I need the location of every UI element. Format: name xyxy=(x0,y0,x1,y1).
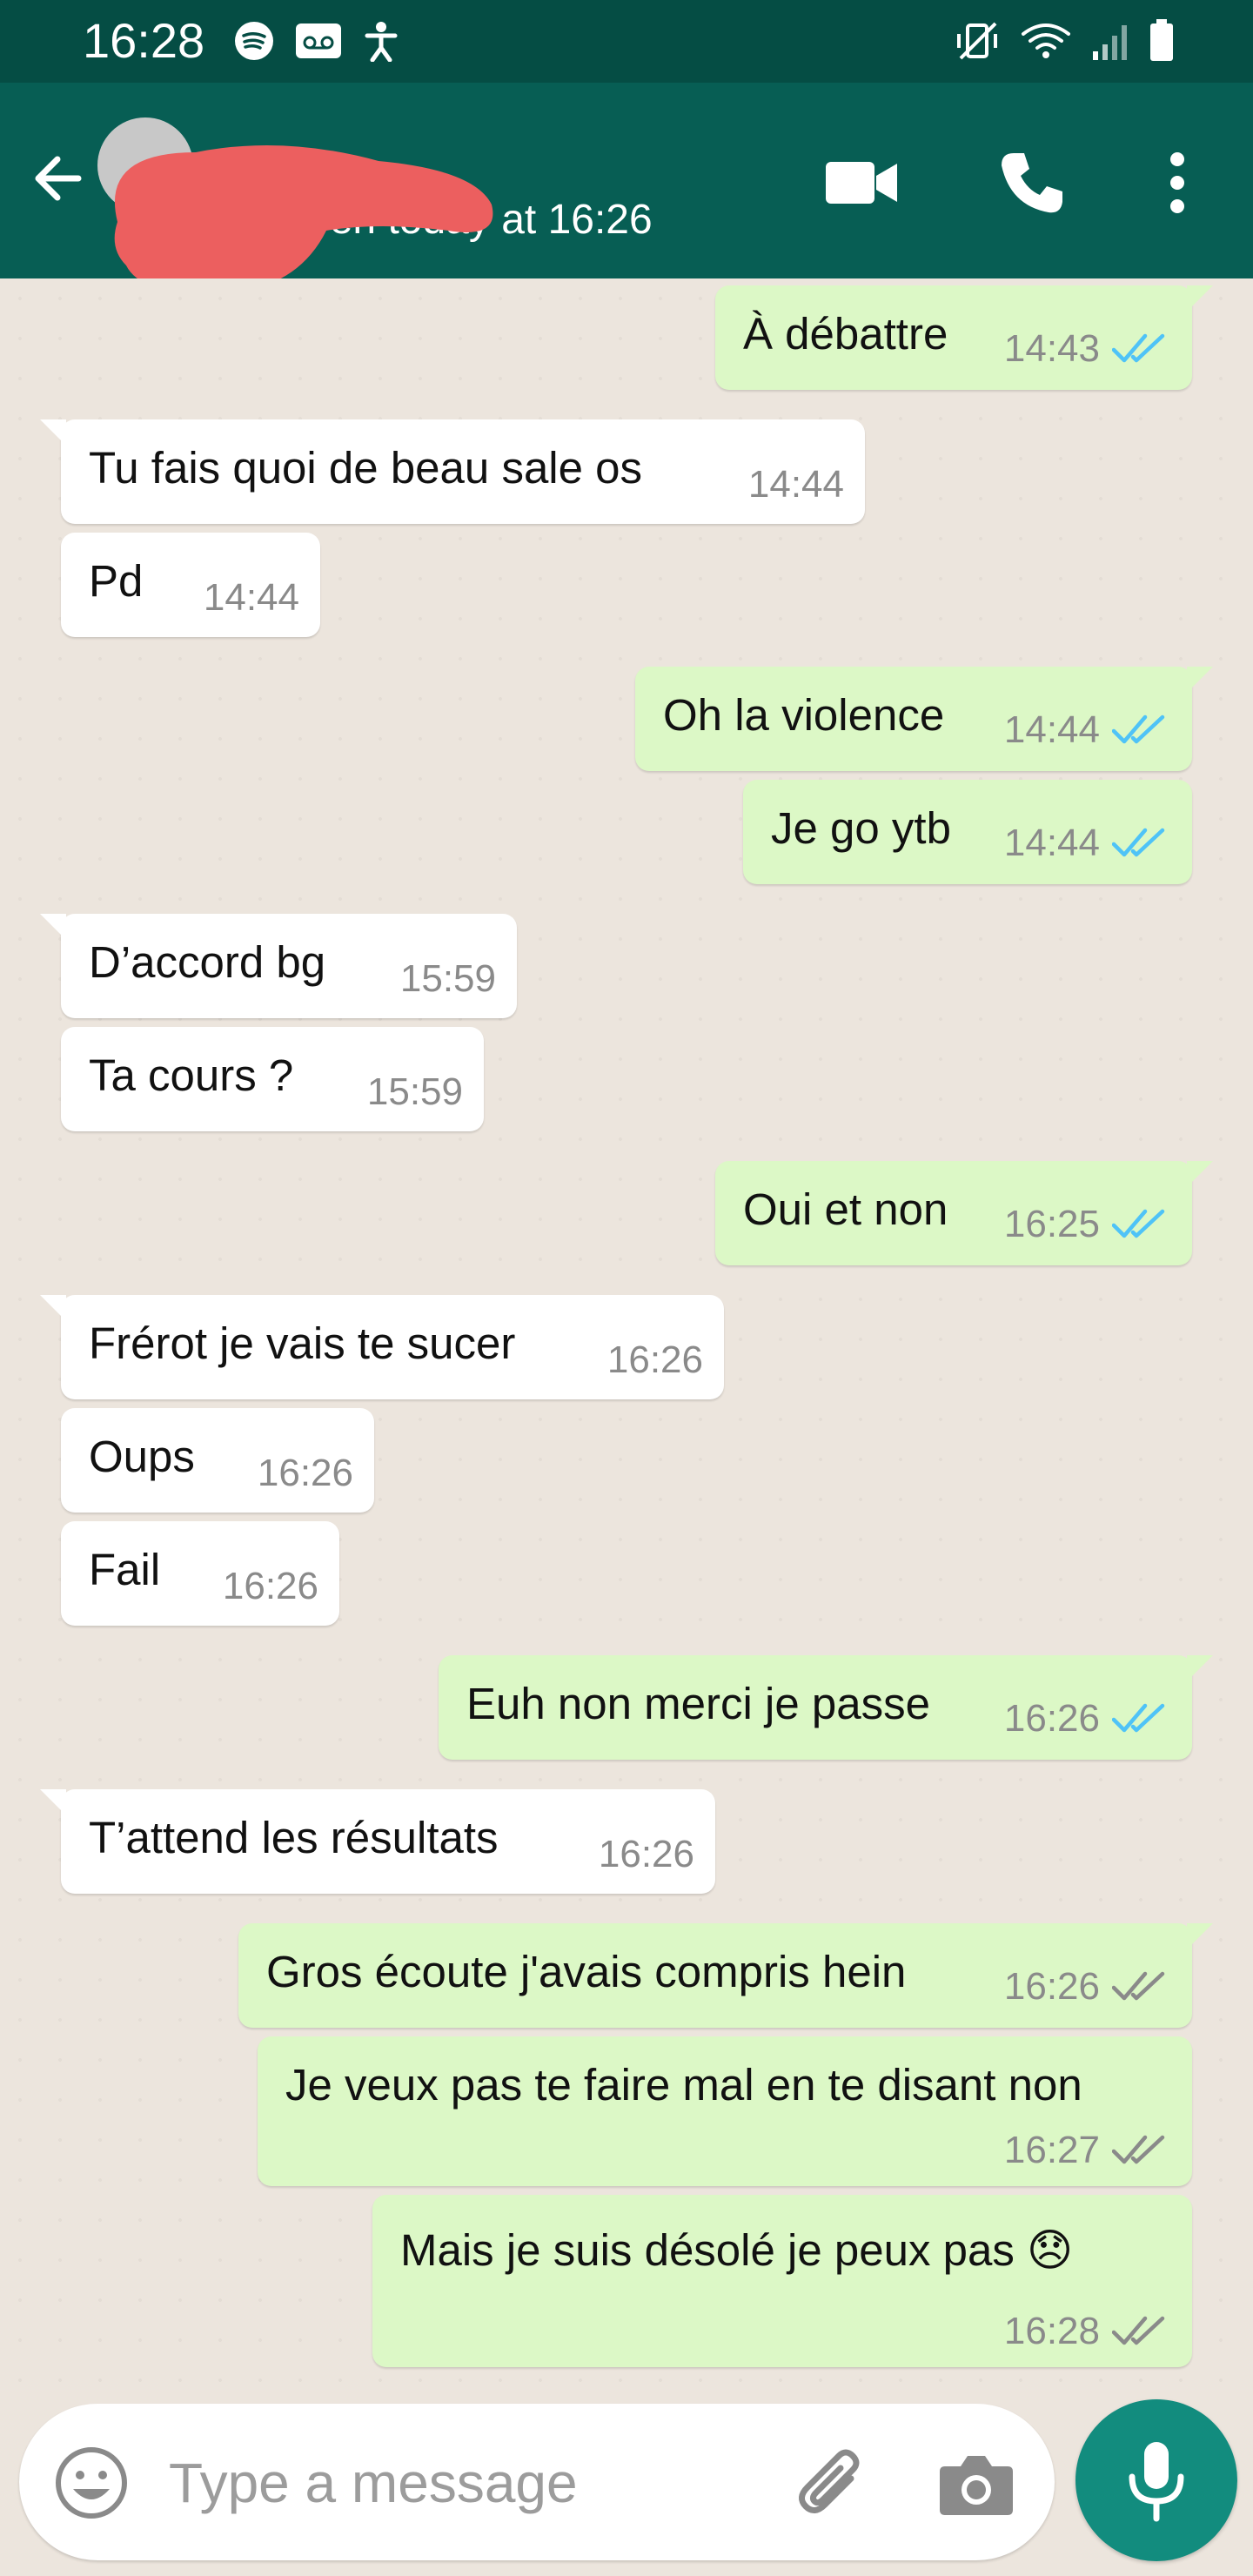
message-text: À débattre xyxy=(743,309,948,359)
message-time: 16:26 xyxy=(1003,1965,1100,2008)
message-incoming[interactable]: Fail 16:26 xyxy=(61,1521,339,1626)
message-time: 16:25 xyxy=(1003,1203,1100,1245)
overflow-menu-button[interactable] xyxy=(1129,135,1225,231)
more-vertical-icon xyxy=(1170,152,1184,213)
message-incoming[interactable]: Pd 14:44 xyxy=(61,533,320,637)
system-icons xyxy=(955,19,1175,63)
chat-header: last seen today at 16:26 xyxy=(0,83,1253,293)
message-text: Euh non merci je passe xyxy=(466,1679,930,1728)
message-time: 14:43 xyxy=(1003,327,1100,370)
notification-icons xyxy=(233,19,400,63)
voice-record-button[interactable] xyxy=(1075,2399,1237,2561)
message-time: 14:44 xyxy=(1003,822,1100,864)
read-ticks-icon xyxy=(1112,333,1165,363)
message-outgoing[interactable]: Gros écoute j'avais compris hein 16:26 xyxy=(238,1923,1213,2028)
delivered-ticks-icon xyxy=(1112,1971,1165,2001)
video-camera-icon xyxy=(826,162,897,204)
vibrate-mute-icon xyxy=(957,22,997,60)
message-time: 16:26 xyxy=(222,1565,318,1607)
message-text: Je go ytb xyxy=(771,803,951,853)
message-text: Ta cours ? xyxy=(89,1050,294,1100)
message-text: T’attend les résultats xyxy=(89,1813,499,1862)
spotify-icon xyxy=(235,22,273,60)
read-ticks-icon xyxy=(1112,828,1165,857)
message-outgoing[interactable]: Oui et non 16:25 xyxy=(715,1161,1213,1265)
message-time: 16:27 xyxy=(1003,2129,1100,2171)
message-time: 15:59 xyxy=(399,957,496,1000)
message-text: D’accord bg xyxy=(89,937,326,987)
delivered-ticks-icon xyxy=(1112,2135,1165,2164)
smiley-icon[interactable] xyxy=(52,2444,131,2522)
message-time: 16:26 xyxy=(1003,1697,1100,1740)
message-time: 14:44 xyxy=(203,576,299,619)
message-time: 16:28 xyxy=(1003,2310,1100,2352)
message-time: 16:26 xyxy=(257,1452,353,1494)
wifi-icon xyxy=(1022,23,1070,58)
voicemail-icon xyxy=(296,23,341,58)
message-text: Oh la violence xyxy=(663,690,945,740)
status-bar: 16:28 xyxy=(0,0,1253,83)
accessibility-icon xyxy=(365,22,398,62)
message-time: 16:26 xyxy=(598,1833,694,1875)
message-outgoing[interactable]: À débattre 14:43 xyxy=(715,285,1213,390)
message-text: Gros écoute j'avais compris hein xyxy=(266,1947,907,1996)
camera-icon[interactable] xyxy=(933,2440,1020,2527)
message-outgoing[interactable]: Euh non merci je passe 16:26 xyxy=(439,1655,1213,1760)
message-text: Oui et non xyxy=(743,1184,948,1234)
message-incoming[interactable]: Oups 16:26 xyxy=(61,1408,374,1513)
message-list[interactable]: À débattre 14:43 Tu fais quoi de beau sa… xyxy=(0,278,1253,2385)
message-time: 14:44 xyxy=(747,463,844,506)
paperclip-icon[interactable] xyxy=(785,2438,872,2526)
message-time: 14:44 xyxy=(1003,708,1100,751)
message-outgoing[interactable]: Je veux pas te faire mal en te disant no… xyxy=(258,2036,1192,2186)
read-ticks-icon xyxy=(1112,1703,1165,1733)
arrow-left-icon[interactable] xyxy=(24,144,94,213)
video-call-button[interactable] xyxy=(814,135,909,231)
message-text: Fail xyxy=(89,1545,161,1594)
message-outgoing[interactable]: Je go ytb 14:44 xyxy=(743,780,1192,884)
message-text: Frérot je vais te sucer xyxy=(89,1318,516,1368)
message-time: 15:59 xyxy=(366,1070,463,1113)
message-text: Mais je suis désolé je peux pas 😞 xyxy=(400,2225,1074,2275)
message-outgoing[interactable]: Oh la violence 14:44 xyxy=(635,667,1213,771)
read-ticks-icon xyxy=(1112,714,1165,744)
read-ticks-icon xyxy=(1112,1209,1165,1238)
message-incoming[interactable]: D’accord bg 15:59 xyxy=(40,914,517,1018)
message-outgoing[interactable]: Mais je suis désolé je peux pas 😞 16:28 xyxy=(372,2195,1192,2367)
message-composer xyxy=(19,2404,1055,2560)
status-time: 16:28 xyxy=(83,13,205,68)
message-input[interactable] xyxy=(167,2438,710,2527)
message-text: Je veux pas te faire mal en te disant no… xyxy=(285,2060,1082,2110)
message-incoming[interactable]: T’attend les résultats 16:26 xyxy=(40,1789,715,1894)
microphone-icon xyxy=(1129,2442,1184,2522)
voice-call-button[interactable] xyxy=(983,135,1079,231)
battery-icon xyxy=(1150,19,1173,61)
message-text: Pd xyxy=(89,556,144,606)
delivered-ticks-icon xyxy=(1112,2316,1165,2345)
message-text: Oups xyxy=(89,1432,195,1481)
message-incoming[interactable]: Ta cours ? 15:59 xyxy=(61,1027,484,1131)
message-time: 16:26 xyxy=(606,1338,703,1381)
message-incoming[interactable]: Frérot je vais te sucer 16:26 xyxy=(40,1295,724,1399)
message-text: Tu fais quoi de beau sale os xyxy=(89,443,643,493)
redaction-scribble xyxy=(114,145,493,293)
phone-icon xyxy=(1002,153,1062,213)
signal-icon xyxy=(1093,25,1127,60)
message-incoming[interactable]: Tu fais quoi de beau sale os 14:44 xyxy=(40,419,865,524)
